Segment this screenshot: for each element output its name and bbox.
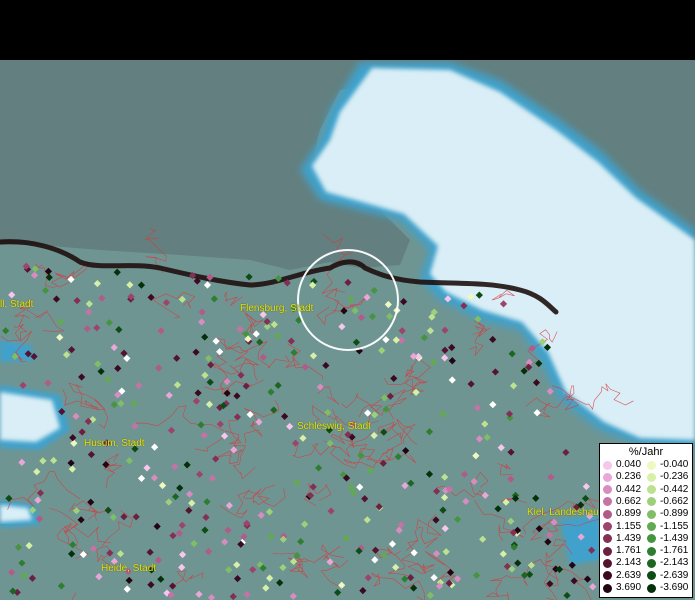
legend-entry-positive: 2.143 bbox=[603, 557, 641, 569]
legend-entry-positive: 3.690 bbox=[603, 582, 641, 594]
legend-label: 3.690 bbox=[616, 582, 642, 593]
legend-swatch bbox=[603, 522, 612, 531]
legend-entry-positive: 0.040 bbox=[603, 459, 641, 471]
legend-entry-negative: -0.236 bbox=[647, 471, 688, 483]
legend-swatch bbox=[647, 509, 656, 519]
legend-label: -0.236 bbox=[660, 471, 689, 483]
legend-swatch bbox=[647, 522, 656, 531]
legend-swatch bbox=[647, 558, 656, 568]
legend-label: -1.761 bbox=[660, 545, 689, 557]
legend-label: -0.662 bbox=[660, 495, 689, 507]
legend-label: -0.899 bbox=[660, 508, 689, 520]
legend-label: 0.442 bbox=[616, 483, 642, 495]
legend-swatch bbox=[603, 583, 612, 593]
legend-entry-negative: -0.662 bbox=[647, 496, 688, 508]
legend-swatch bbox=[603, 460, 612, 470]
legend-label: 2.639 bbox=[616, 569, 642, 581]
legend-entry-negative: -2.143 bbox=[647, 557, 688, 569]
place-label-husum: Husum, Stadt bbox=[84, 438, 145, 449]
legend-entry-positive: 0.442 bbox=[603, 484, 641, 496]
legend-swatch bbox=[603, 558, 612, 568]
legend-entry-negative: -1.439 bbox=[647, 533, 688, 545]
legend-label: 1.155 bbox=[616, 520, 642, 532]
legend-swatch bbox=[603, 485, 612, 495]
legend-swatch bbox=[603, 497, 612, 507]
map-viewer: ll, Stadt Flensburg, Stadt Husum, Stadt … bbox=[0, 0, 695, 600]
legend-title: %/Jahr bbox=[628, 446, 664, 458]
legend-label: 0.040 bbox=[616, 459, 642, 470]
legend-label: -2.639 bbox=[660, 569, 689, 581]
legend-label: 1.439 bbox=[616, 532, 642, 544]
place-label-ll-stadt: ll, Stadt bbox=[0, 299, 34, 310]
legend-swatch bbox=[647, 485, 656, 495]
place-label-kiel: Kiel, Landeshau bbox=[527, 507, 599, 518]
legend-swatch bbox=[647, 534, 656, 544]
top-black-bar bbox=[0, 0, 695, 60]
legend-entry-negative: -2.639 bbox=[647, 570, 688, 582]
legend-swatch bbox=[603, 571, 612, 581]
legend-label: -0.442 bbox=[660, 483, 689, 495]
place-label-schleswig: Schleswig, Stadt bbox=[297, 421, 371, 432]
legend-entry-negative: -0.899 bbox=[647, 508, 688, 520]
legend-entry-negative: -0.040 bbox=[647, 459, 688, 471]
legend-swatch bbox=[647, 546, 656, 556]
legend-label: 1.761 bbox=[616, 545, 642, 557]
legend-entry-positive: 1.439 bbox=[603, 533, 641, 545]
legend-label: -1.439 bbox=[660, 532, 689, 544]
legend-entry-positive: 0.662 bbox=[603, 496, 641, 508]
legend-swatch bbox=[603, 534, 612, 544]
legend-entry-negative: -3.690 bbox=[647, 582, 688, 594]
map-canvas[interactable] bbox=[0, 60, 695, 600]
legend-label: 0.236 bbox=[616, 471, 642, 483]
place-label-heide: Heide, Stadt bbox=[101, 563, 157, 574]
legend-entry-positive: 0.236 bbox=[603, 471, 641, 483]
legend-entry-negative: -0.442 bbox=[647, 484, 688, 496]
legend-label: -0.040 bbox=[660, 459, 689, 470]
legend-swatch bbox=[603, 546, 612, 556]
legend-swatch bbox=[603, 509, 612, 519]
legend-label: 0.899 bbox=[616, 508, 642, 520]
legend-entry-positive: 1.761 bbox=[603, 545, 641, 557]
legend-label: 2.143 bbox=[616, 557, 642, 569]
legend: %/Jahr 0.040 -0.040 0.236 -0.236 0.442 -0.442… bbox=[599, 443, 693, 598]
legend-entry-negative: -1.155 bbox=[647, 521, 688, 533]
legend-entry-negative: -1.761 bbox=[647, 545, 688, 557]
legend-entry-positive: 2.639 bbox=[603, 570, 641, 582]
legend-swatch bbox=[647, 583, 656, 593]
legend-label: 0.662 bbox=[616, 495, 642, 507]
legend-label: -2.143 bbox=[660, 557, 689, 569]
legend-swatch bbox=[647, 497, 656, 507]
legend-swatch bbox=[647, 460, 656, 470]
legend-swatch bbox=[647, 472, 656, 482]
legend-label: -3.690 bbox=[660, 582, 689, 593]
legend-swatch bbox=[603, 472, 612, 482]
legend-swatch bbox=[647, 571, 656, 581]
legend-label: -1.155 bbox=[660, 520, 689, 532]
legend-entry-positive: 1.155 bbox=[603, 521, 641, 533]
place-label-flensburg: Flensburg, Stadt bbox=[240, 303, 314, 314]
legend-entry-positive: 0.899 bbox=[603, 508, 641, 520]
